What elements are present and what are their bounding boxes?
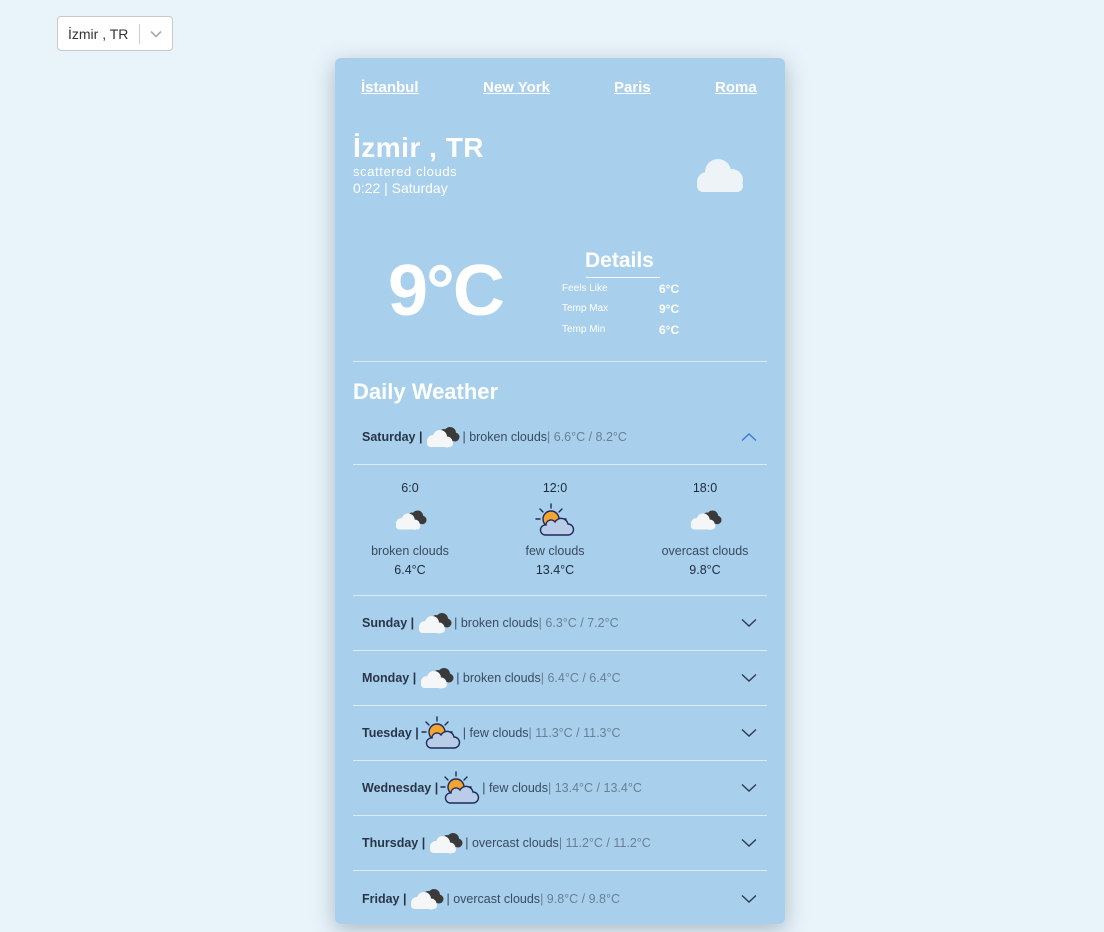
temp-max-label: Temp Max — [562, 303, 609, 314]
day-description: | broken clouds — [456, 671, 541, 685]
day-name: Monday | — [362, 671, 417, 685]
feels-like-label: Feels Like — [562, 283, 608, 294]
nav-link-istanbul[interactable]: İstanbul — [361, 79, 419, 96]
chevron-down-icon[interactable] — [741, 728, 757, 738]
day-row-tuesday[interactable]: Tuesday | | few clouds | 11.3°C / 11.3°C — [353, 706, 767, 761]
nav-link-roma[interactable]: Roma — [715, 79, 757, 96]
hourly-item-2: 12:0 few clouds 13.4°C — [495, 481, 615, 577]
nav-link-new-york[interactable]: New York — [483, 79, 550, 96]
chevron-down-icon[interactable] — [741, 894, 757, 903]
chevron-down-icon[interactable] — [741, 673, 757, 683]
day-name: Sunday | — [362, 616, 415, 630]
chevron-down-icon[interactable] — [741, 618, 757, 628]
local-time: 0:22 | Saturday — [353, 180, 448, 196]
details-underline — [586, 277, 660, 278]
day-row-sunday[interactable]: Sunday | | broken clouds | 6.3°C / 7.2°C — [353, 596, 767, 651]
few-clouds-icon — [440, 770, 480, 806]
temp-max-value: 9°C — [659, 302, 680, 316]
broken-clouds-icon — [408, 887, 444, 911]
broken-clouds-icon — [350, 500, 470, 540]
few-clouds-icon — [421, 715, 461, 751]
details-title: Details — [585, 249, 654, 272]
temp-min-label: Temp Min — [562, 324, 606, 335]
hour-temperature: 9.8°C — [689, 563, 721, 577]
day-name: Saturday | — [362, 430, 423, 444]
chevron-up-icon[interactable] — [741, 433, 757, 442]
chevron-down-icon[interactable] — [741, 838, 757, 848]
chevron-down-icon[interactable] — [741, 783, 757, 793]
weather-description: scattered clouds — [353, 164, 458, 179]
broken-clouds-icon — [418, 666, 454, 690]
city-nav: İstanbul New York Paris Roma — [335, 79, 785, 99]
day-row-saturday[interactable]: Saturday | | broken clouds | 6.6°C / 8.2… — [353, 410, 767, 465]
day-temp-range: | 11.3°C / 11.3°C — [528, 726, 621, 740]
broken-clouds-icon — [416, 611, 452, 635]
day-row-friday[interactable]: Friday | | overcast clouds | 9.8°C / 9.8… — [353, 871, 767, 924]
day-name: Thursday | — [362, 836, 426, 850]
day-description: | broken clouds — [454, 616, 539, 630]
day-temp-range: | 6.4°C / 6.4°C — [540, 671, 621, 685]
city-select[interactable]: İzmir , TR — [57, 16, 173, 51]
hour-temperature: 6.4°C — [394, 563, 426, 577]
hour-description: overcast clouds — [661, 544, 749, 558]
hour-time: 18:0 — [692, 481, 718, 495]
temp-min-value: 6°C — [659, 323, 680, 337]
broken-clouds-icon — [427, 831, 463, 855]
broken-clouds-icon — [424, 425, 460, 449]
day-temp-range: | 11.2°C / 11.2°C — [558, 836, 651, 850]
location-title: İzmir , TR — [353, 132, 485, 163]
day-name: Friday | — [362, 891, 407, 906]
day-temp-range: | 13.4°C / 13.4°C — [548, 781, 642, 795]
day-name: Tuesday | — [362, 726, 419, 740]
hour-description: few clouds — [525, 544, 585, 558]
day-name: Wednesday | — [362, 781, 439, 795]
hourly-item-1: 6:0 broken clouds 6.4°C — [350, 481, 470, 577]
feels-like-value: 6°C — [659, 282, 680, 296]
divider — [353, 361, 767, 362]
hourly-item-3: 18:0 overcast clouds 9.8°C — [645, 481, 765, 577]
broken-clouds-icon — [645, 500, 765, 540]
day-temp-range: | 9.8°C / 9.8°C — [540, 891, 621, 906]
day-temp-range: | 6.3°C / 7.2°C — [538, 616, 619, 630]
day-description: | few clouds — [482, 781, 548, 795]
city-select-value: İzmir , TR — [68, 25, 129, 42]
day-temp-range: | 6.6°C / 8.2°C — [547, 430, 627, 444]
hour-time: 6:0 — [401, 481, 419, 495]
few-clouds-icon — [495, 500, 615, 540]
day-description: | overcast clouds — [465, 836, 559, 850]
day-row-monday[interactable]: Monday | | broken clouds | 6.4°C / 6.4°C — [353, 651, 767, 706]
hour-description: broken clouds — [371, 544, 449, 558]
current-temperature: 9°C — [388, 251, 505, 331]
day-description: | overcast clouds — [446, 891, 541, 906]
daily-weather-title: Daily Weather — [353, 379, 499, 404]
nav-link-paris[interactable]: Paris — [614, 79, 651, 96]
day-row-wednesday[interactable]: Wednesday | | few clouds | 13.4°C / 13.4… — [353, 761, 767, 816]
day-row-thursday[interactable]: Thursday | | overcast clouds | 11.2°C / … — [353, 816, 767, 871]
day-description: | few clouds — [462, 726, 529, 740]
day-description: | broken clouds — [462, 430, 548, 444]
weather-card: İstanbul New York Paris Roma İzmir , TR … — [335, 58, 785, 924]
cloud-icon — [691, 156, 747, 201]
chevron-down-icon[interactable] — [140, 30, 172, 38]
hour-time: 12:0 — [542, 481, 568, 495]
hour-temperature: 13.4°C — [535, 563, 575, 577]
